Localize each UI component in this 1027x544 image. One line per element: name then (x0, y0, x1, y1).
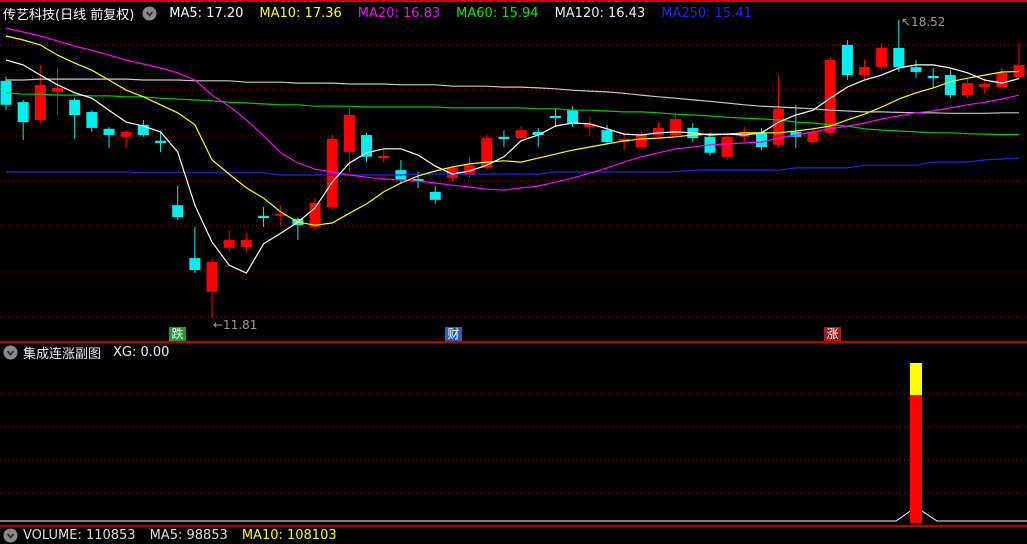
candlestick-chart[interactable] (0, 0, 1027, 533)
volume-ma10-value: MA10: 108103 (241, 527, 337, 543)
ma-label: MA120: 16.43 (554, 5, 646, 21)
indicator-title: 集成连涨副图 (23, 346, 102, 362)
volume-ma5-value: MA5: 98853 (149, 527, 228, 543)
indicator-panel-header: 集成连涨副图 XG: 0.00 (0, 343, 1027, 362)
main-chart-header: 传艺科技(日线 前复权) MA5: 17.20 MA10: 17.36 MA20: … (0, 2, 1027, 24)
ma-label: MA20: 16.83 (357, 5, 441, 21)
marker-badge-涨: 涨 (824, 327, 841, 341)
ma-legend: MA5: 17.20 MA10: 17.36 MA20: 16.83 MA60: 15… (169, 6, 768, 21)
ma-label: MA250: 15.41 (661, 5, 752, 21)
ma-label: MA5: 17.20 (169, 5, 244, 21)
price-annotation: ←11.81 (213, 318, 258, 332)
chevron-down-icon[interactable] (3, 345, 18, 360)
ma-label: MA60: 15.94 (456, 5, 539, 21)
volume-value: VOLUME: 110853 (23, 527, 136, 543)
marker-badge-财: 财 (445, 327, 462, 341)
price-annotation: ↖18.52 (901, 15, 946, 29)
ma-label: MA10: 17.36 (259, 5, 342, 21)
volume-panel-header: VOLUME: 110853 MA5: 98853 MA10: 108103 (0, 526, 1027, 544)
chevron-down-icon[interactable] (3, 528, 18, 543)
chart-title: 传艺科技(日线 前复权) (3, 7, 135, 23)
indicator-xg-value: XG: 0.00 (113, 344, 170, 360)
stock-chart-app: { "header": { "title": "传艺科技(日线 前复权)", "… (0, 0, 1027, 543)
chevron-down-icon[interactable] (142, 6, 157, 21)
marker-badge-跌: 跌 (169, 327, 186, 341)
